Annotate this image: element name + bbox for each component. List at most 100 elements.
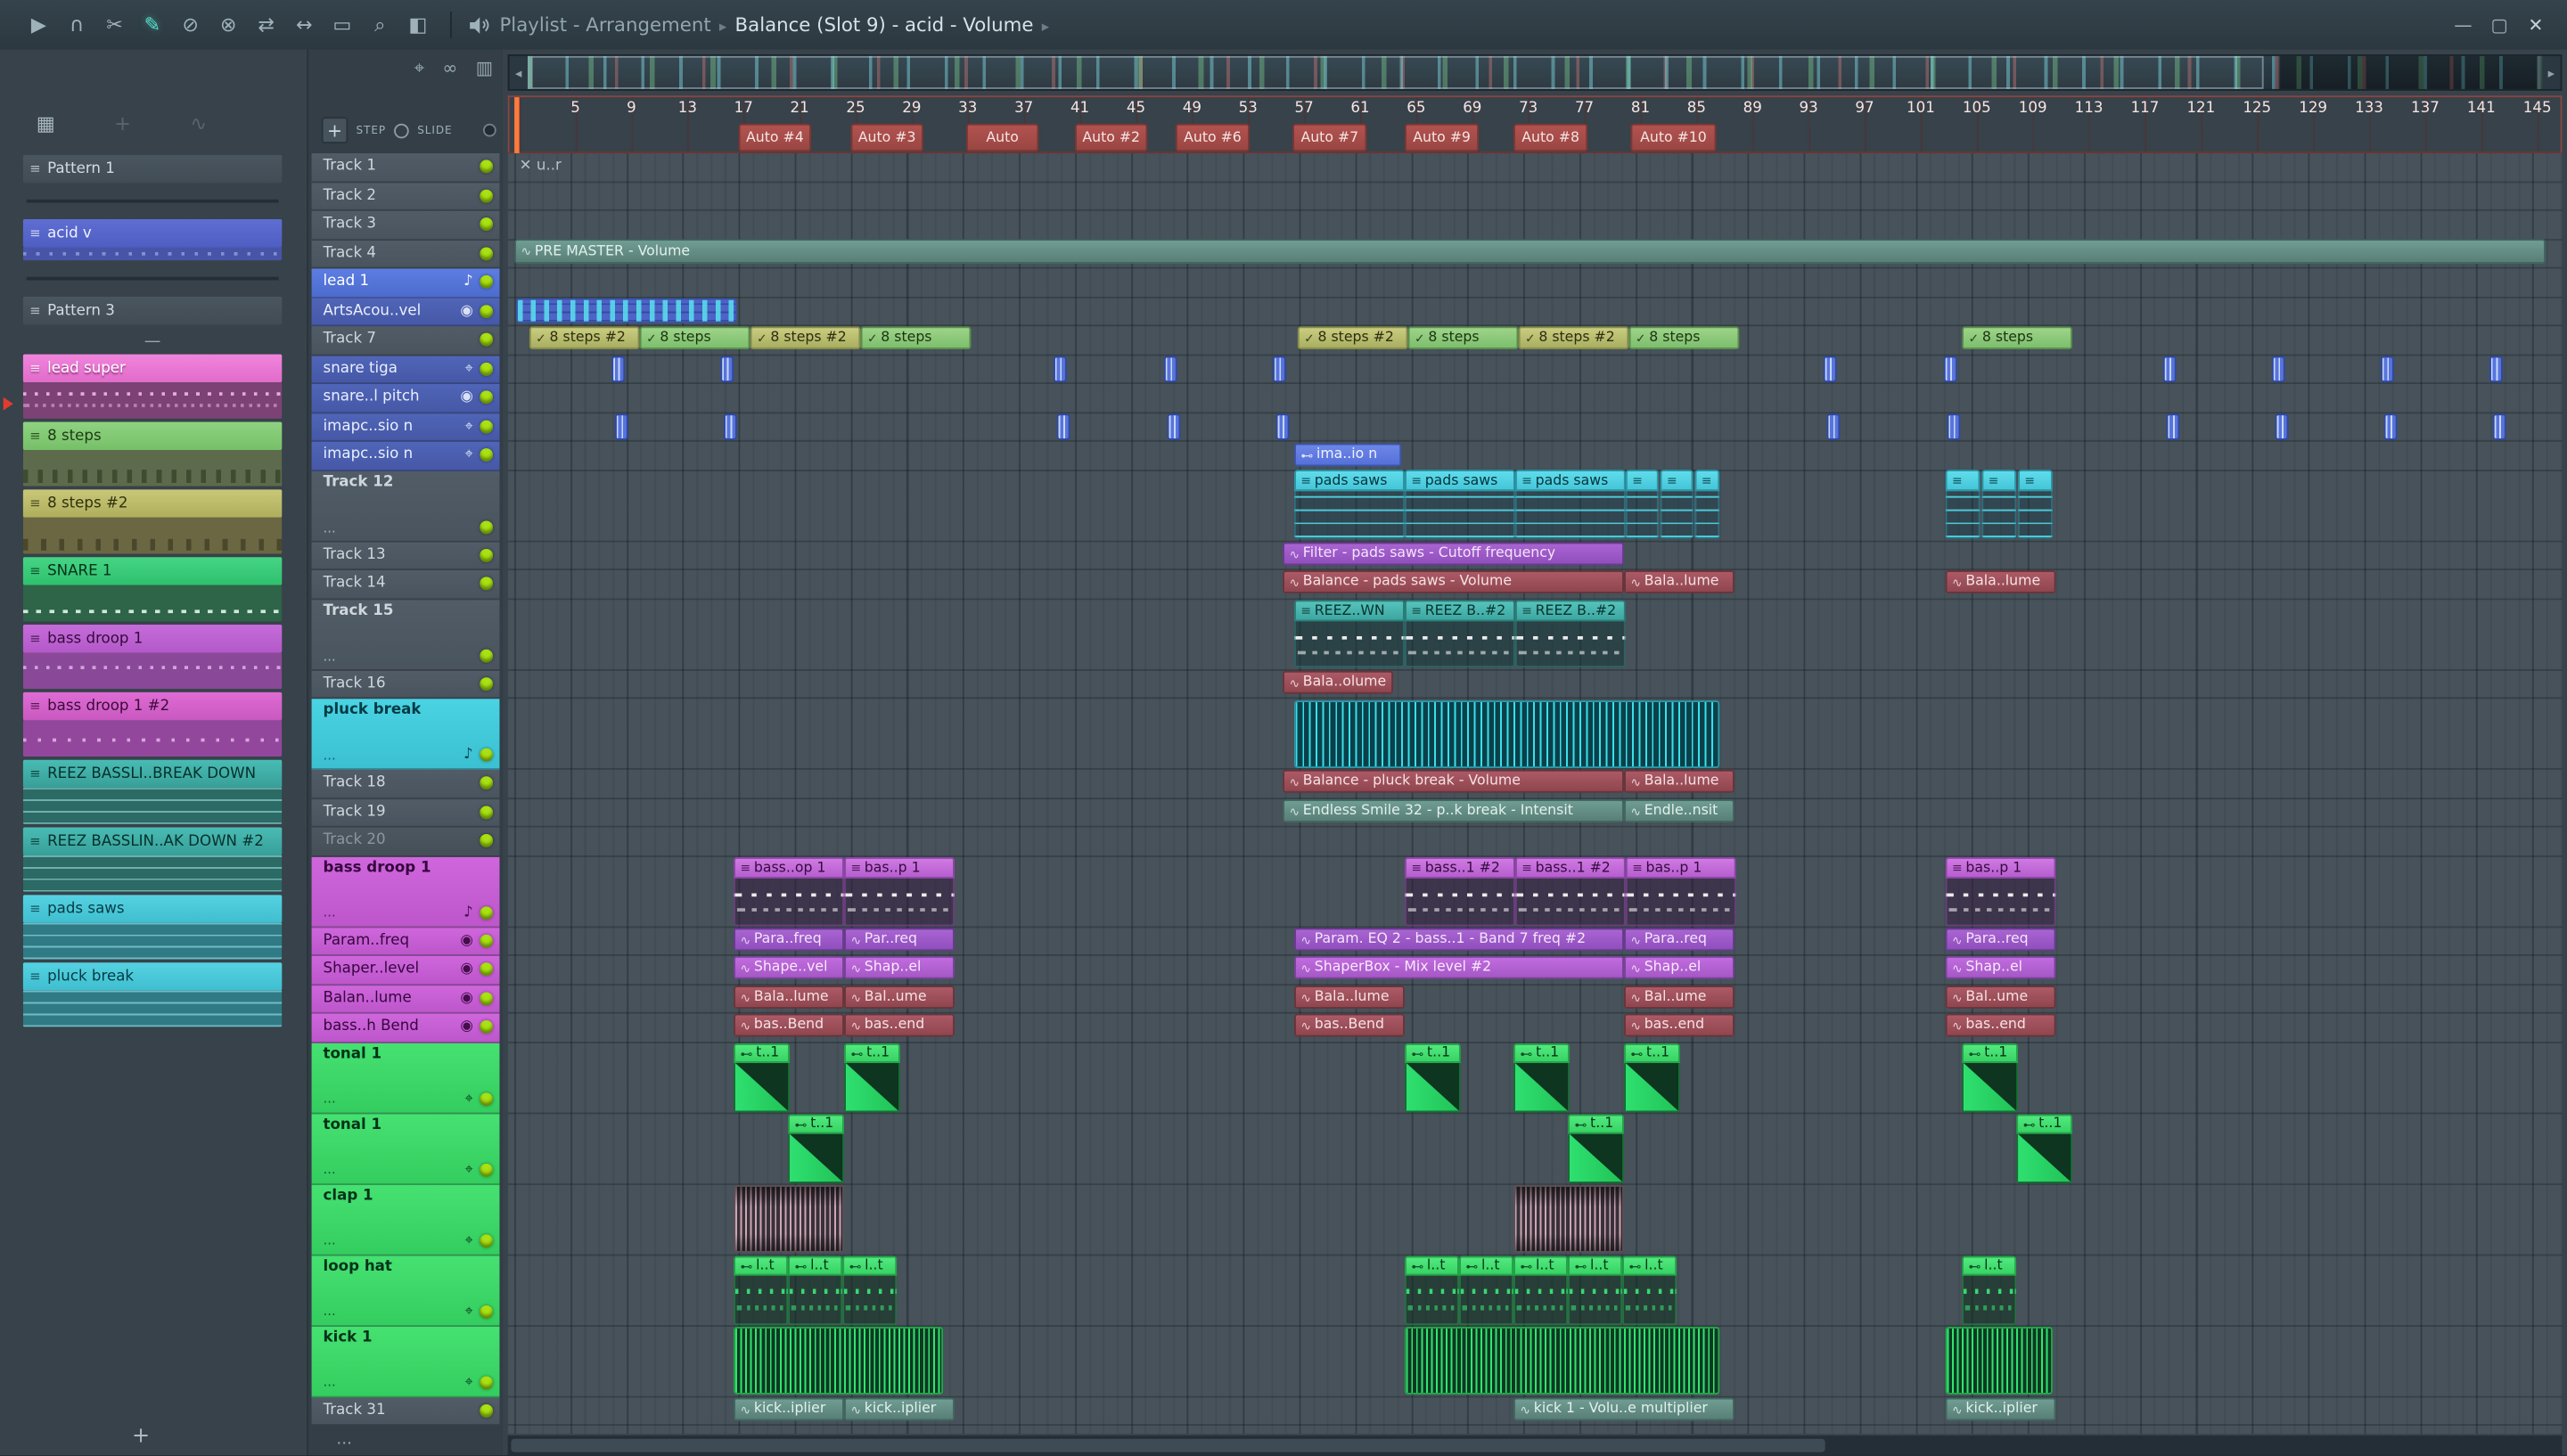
playlist-lane[interactable] [507, 413, 2563, 442]
clip-blip[interactable] [1163, 356, 1177, 383]
clip-purple[interactable]: ≡ bas..p 1 [1625, 856, 1736, 927]
clip-green8[interactable]: ✓ 8 steps [1628, 326, 1740, 350]
automation-marker[interactable]: Auto #3 [850, 123, 923, 152]
track-row[interactable]: imapc..sio n ⌖ [311, 413, 500, 442]
overview-minimap[interactable] [527, 55, 2543, 89]
track-mute-led[interactable] [480, 649, 494, 663]
playlist-lane[interactable] [507, 442, 2563, 471]
clip-yellow8[interactable]: ✓ 8 steps #2 [750, 326, 861, 350]
overview-viewport[interactable] [530, 55, 2264, 89]
playlist-lane[interactable] [507, 269, 2563, 298]
track-row[interactable]: Track 18 [311, 769, 500, 799]
move-icon[interactable]: ⌖ [464, 361, 472, 377]
clip-auto-maroon[interactable]: ∿ Bal..ume [844, 986, 955, 1010]
track-mute-led[interactable] [480, 160, 494, 174]
track-mute-led[interactable] [480, 834, 494, 848]
clip-cyan[interactable]: ≡ pads saws [1404, 470, 1515, 539]
delete-tool-icon[interactable]: ⊘ [171, 12, 209, 37]
knob-icon[interactable]: ◉ [460, 389, 473, 405]
track-row[interactable]: Balan..lume ◉ [311, 985, 500, 1014]
mute-tool-icon[interactable]: ⊗ [209, 12, 248, 37]
clip-auto-maroon[interactable]: ∿ bas..end [1623, 1013, 1735, 1037]
clip-blip[interactable] [720, 356, 734, 383]
track-mute-led[interactable] [480, 1092, 494, 1106]
track-row[interactable]: Track 3 [311, 210, 500, 241]
clip-auto-pur2[interactable]: ∿ Shap..el [1945, 955, 2056, 979]
clip-blip[interactable] [611, 356, 626, 383]
automation-marker[interactable]: Auto #6 [1175, 123, 1251, 152]
clip-green8[interactable]: ✓ 8 steps [1407, 326, 1519, 350]
clip-blip[interactable] [2271, 356, 2285, 383]
track-mute-led[interactable] [480, 520, 494, 535]
note-icon[interactable]: ♪ [463, 747, 473, 763]
slip-tool-icon[interactable]: ✂ [95, 12, 134, 37]
pattern-item[interactable]: ≡ pluck break [22, 962, 283, 1027]
scrollbar-thumb[interactable] [511, 1438, 1826, 1452]
clip-kick[interactable] [1945, 1327, 2053, 1395]
clip-blip[interactable] [1272, 356, 1286, 383]
clip-cyan[interactable]: ≡ pads saws [1294, 470, 1405, 539]
clip-cyan[interactable]: ≡ pads saws [1514, 470, 1626, 539]
horizontal-scrollbar[interactable] [507, 1436, 2563, 1456]
select-tool-icon[interactable]: ▭ [324, 12, 362, 37]
clip-loophat[interactable]: ⊷ l..t [1622, 1256, 1677, 1326]
track-mute-led[interactable] [480, 362, 494, 376]
move-icon[interactable]: ⌖ [464, 1303, 472, 1319]
playlist-lane[interactable] [507, 356, 2563, 384]
track-row[interactable]: Track 13 [311, 541, 500, 570]
clip-auto-pur[interactable]: ∿ Filter - pads saws - Cutoff frequency [1283, 542, 1624, 566]
clip-cyan[interactable]: ≡ [1981, 470, 2017, 539]
track-row[interactable]: Track 19 [311, 798, 500, 828]
knob-icon[interactable]: ◉ [460, 932, 473, 948]
clip-loophat[interactable]: ⊷ l..t [788, 1256, 843, 1326]
track-row[interactable]: loop hat... ⌖ [311, 1255, 500, 1327]
clip-loophat[interactable]: ⊷ l..t [1513, 1256, 1569, 1326]
move-icon[interactable]: ⌖ [464, 447, 472, 463]
track-row[interactable]: Param..freq ◉ [311, 927, 500, 956]
clip-auto-pur[interactable]: ∿ Param. EQ 2 - bass..1 - Band 7 freq #2 [1294, 928, 1624, 952]
note-icon[interactable]: ♪ [463, 274, 473, 290]
clip-blip[interactable] [1053, 356, 1067, 383]
pattern-item[interactable]: ≡ pads saws [22, 895, 283, 960]
clip-blip[interactable] [1943, 356, 1957, 383]
playlist-lane[interactable] [507, 211, 2563, 241]
playlist-lane[interactable] [507, 153, 2563, 183]
clip-blip[interactable] [1167, 413, 1181, 440]
track-row[interactable]: tonal 1... ⌖ [311, 1042, 500, 1114]
pattern-item[interactable]: ≡ lead super [3, 354, 283, 419]
pattern-item[interactable]: ≡ bass droop 1 #2 [22, 691, 283, 757]
playlist-lane[interactable] [507, 384, 2563, 413]
clip-blip[interactable] [1826, 413, 1841, 440]
clip-auto-maroon[interactable]: ∿ Bala..lume [1623, 769, 1735, 793]
pattern-item[interactable]: ≡ SNARE 1 [22, 557, 283, 622]
track-mute-led[interactable] [480, 1375, 494, 1389]
track-row[interactable]: Shaper..level ◉ [311, 955, 500, 986]
link-icon[interactable]: ∞ [442, 58, 457, 81]
track-mute-led[interactable] [480, 217, 494, 232]
pattern-item[interactable]: ≡ acid v [22, 219, 283, 261]
track-row[interactable]: bass droop 1... ♪ [311, 855, 500, 928]
knob-icon[interactable]: ◉ [460, 990, 473, 1006]
step-slide-toggle[interactable] [394, 122, 409, 138]
clip-auto-pur[interactable]: ∿ Para..req [1623, 928, 1735, 952]
slide-led[interactable] [482, 123, 496, 137]
track-mute-led[interactable] [480, 390, 494, 405]
track-row[interactable]: Track 20 [311, 827, 500, 856]
headphones-icon[interactable]: ∩ [58, 12, 96, 37]
layout-icon[interactable]: ▥ [476, 58, 493, 81]
clip-auto-maroon[interactable]: ∿ Bala..olume [1283, 670, 1393, 694]
track-mute-led[interactable] [480, 1305, 494, 1318]
track-row[interactable]: Track 15... [311, 599, 500, 670]
track-row[interactable]: Track 12... [311, 470, 500, 542]
move-icon[interactable]: ⌖ [464, 1232, 472, 1248]
pattern-item[interactable]: ≡ Pattern 3 [22, 296, 283, 325]
track-mute-led[interactable] [480, 275, 494, 290]
clip-blip[interactable] [2489, 356, 2503, 383]
track-row[interactable]: Track 14 [311, 569, 500, 600]
clip-purple[interactable]: ≡ bas..p 1 [844, 856, 955, 927]
clip-auto-maroon[interactable]: ∿ bas..Bend [734, 1013, 845, 1037]
track-row[interactable]: Track 16 [311, 669, 500, 699]
track-mute-led[interactable] [480, 748, 494, 762]
playhead-marker[interactable] [514, 97, 520, 154]
clip-loophat[interactable]: ⊷ l..t [1568, 1256, 1623, 1326]
